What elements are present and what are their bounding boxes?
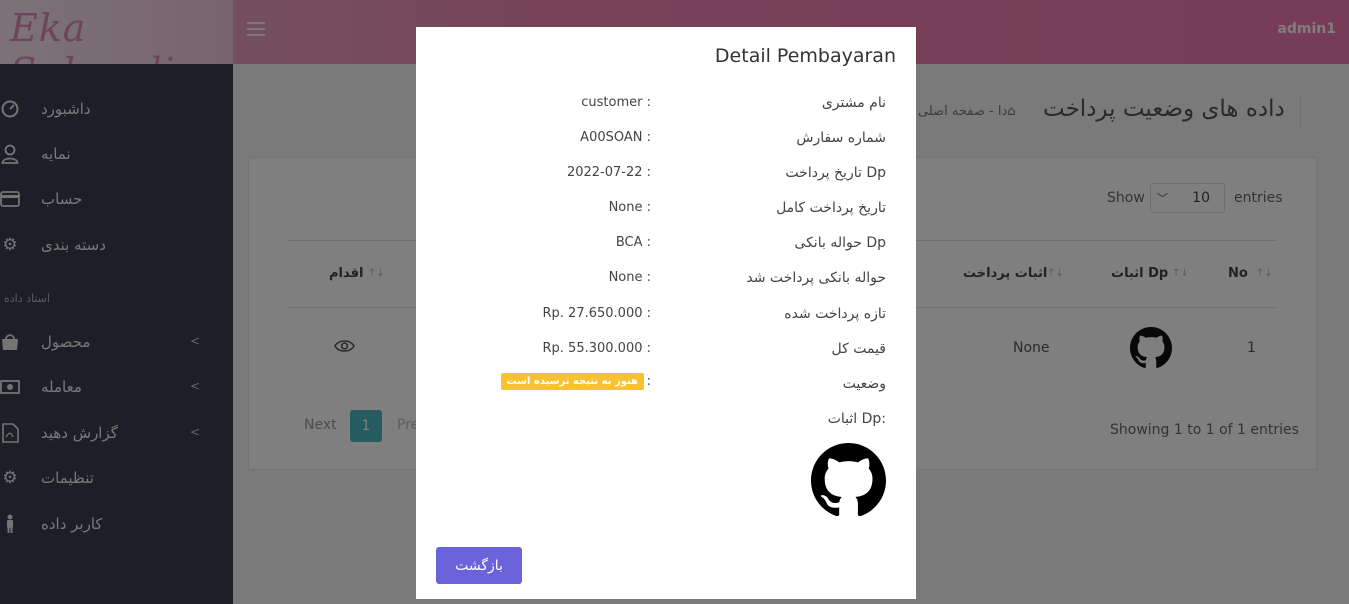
detail-value-full-payment-date: None : [608, 200, 651, 215]
detail-value-recently-paid: Rp. 27.650.000 : [542, 306, 652, 321]
detail-label-dp-proof: اثبات Dp: [827, 411, 886, 427]
detail-label-total-price: قیمت کل [831, 341, 886, 357]
detail-label-status: وضعیت [842, 376, 886, 392]
back-button[interactable]: بازگشت [436, 547, 522, 584]
detail-label-dp-bank-transfer: حواله بانکی Dp [794, 235, 886, 251]
detail-value-paid-bank-transfer: None : [608, 270, 651, 285]
detail-value-status-colon: : [646, 374, 651, 389]
github-icon[interactable] [811, 443, 886, 518]
detail-value-order-number: A00SOAN : [580, 130, 651, 145]
modal-title: Detail Pembayaran [714, 45, 896, 67]
status-badge: هنوز به نتیجه نرسیده است [500, 373, 644, 390]
detail-value-total-price: Rp. 55.300.000 : [542, 341, 652, 356]
detail-label-order-number: شماره سفارش [796, 130, 886, 146]
detail-value-dp-bank-transfer: BCA : [615, 235, 651, 250]
detail-value-customer-name: customer : [581, 95, 651, 110]
detail-label-dp-date: تاریخ پرداخت Dp [785, 165, 886, 181]
detail-label-recently-paid: تازه پرداخت شده [784, 306, 886, 322]
detail-label-full-payment-date: تاریخ پرداخت کامل [776, 200, 886, 216]
detail-label-customer-name: نام مشتری [821, 95, 886, 111]
payment-detail-modal: Detail Pembayaran نام مشتری customer : ش… [416, 27, 916, 599]
detail-label-paid-bank-transfer: حواله بانکی پرداخت شد [746, 270, 886, 286]
detail-value-dp-date: 2022-07-22 : [566, 165, 651, 180]
